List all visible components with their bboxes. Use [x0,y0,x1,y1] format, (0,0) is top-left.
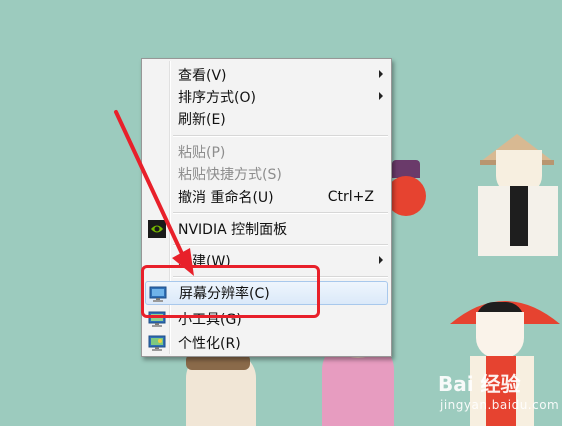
personalize-icon [148,335,166,351]
watermark-url-text: jingyan.baidu.com [440,398,560,412]
submenu-arrow-icon [379,70,383,78]
menu-item-label: 个性化(R) [178,336,241,352]
menu-item-label: 排序方式(O) [178,90,256,106]
red-annotation-arrow [114,110,194,276]
baidu-jingyan-watermark: Bai 经验 jingyan.baidu.com [438,368,560,424]
watermark-main-text: Bai 经验 [438,372,521,396]
menu-item-view[interactable]: 查看(V) [145,63,388,87]
submenu-arrow-icon [379,92,383,100]
geisha-face-decoration [476,312,524,358]
menu-separator [173,244,388,246]
menu-item-sort-by[interactable]: 排序方式(O) [145,85,388,109]
menu-separator [173,135,388,137]
menu-item-personalize[interactable]: 个性化(R) [145,331,388,355]
menu-separator [173,212,388,214]
red-ball-decoration [386,176,426,216]
figure-sash-decoration [510,186,528,246]
menu-item-label: 查看(V) [178,68,227,84]
submenu-arrow-icon [379,256,383,264]
menu-item-shortcut: Ctrl+Z [327,189,374,205]
red-highlight-box [141,265,320,318]
